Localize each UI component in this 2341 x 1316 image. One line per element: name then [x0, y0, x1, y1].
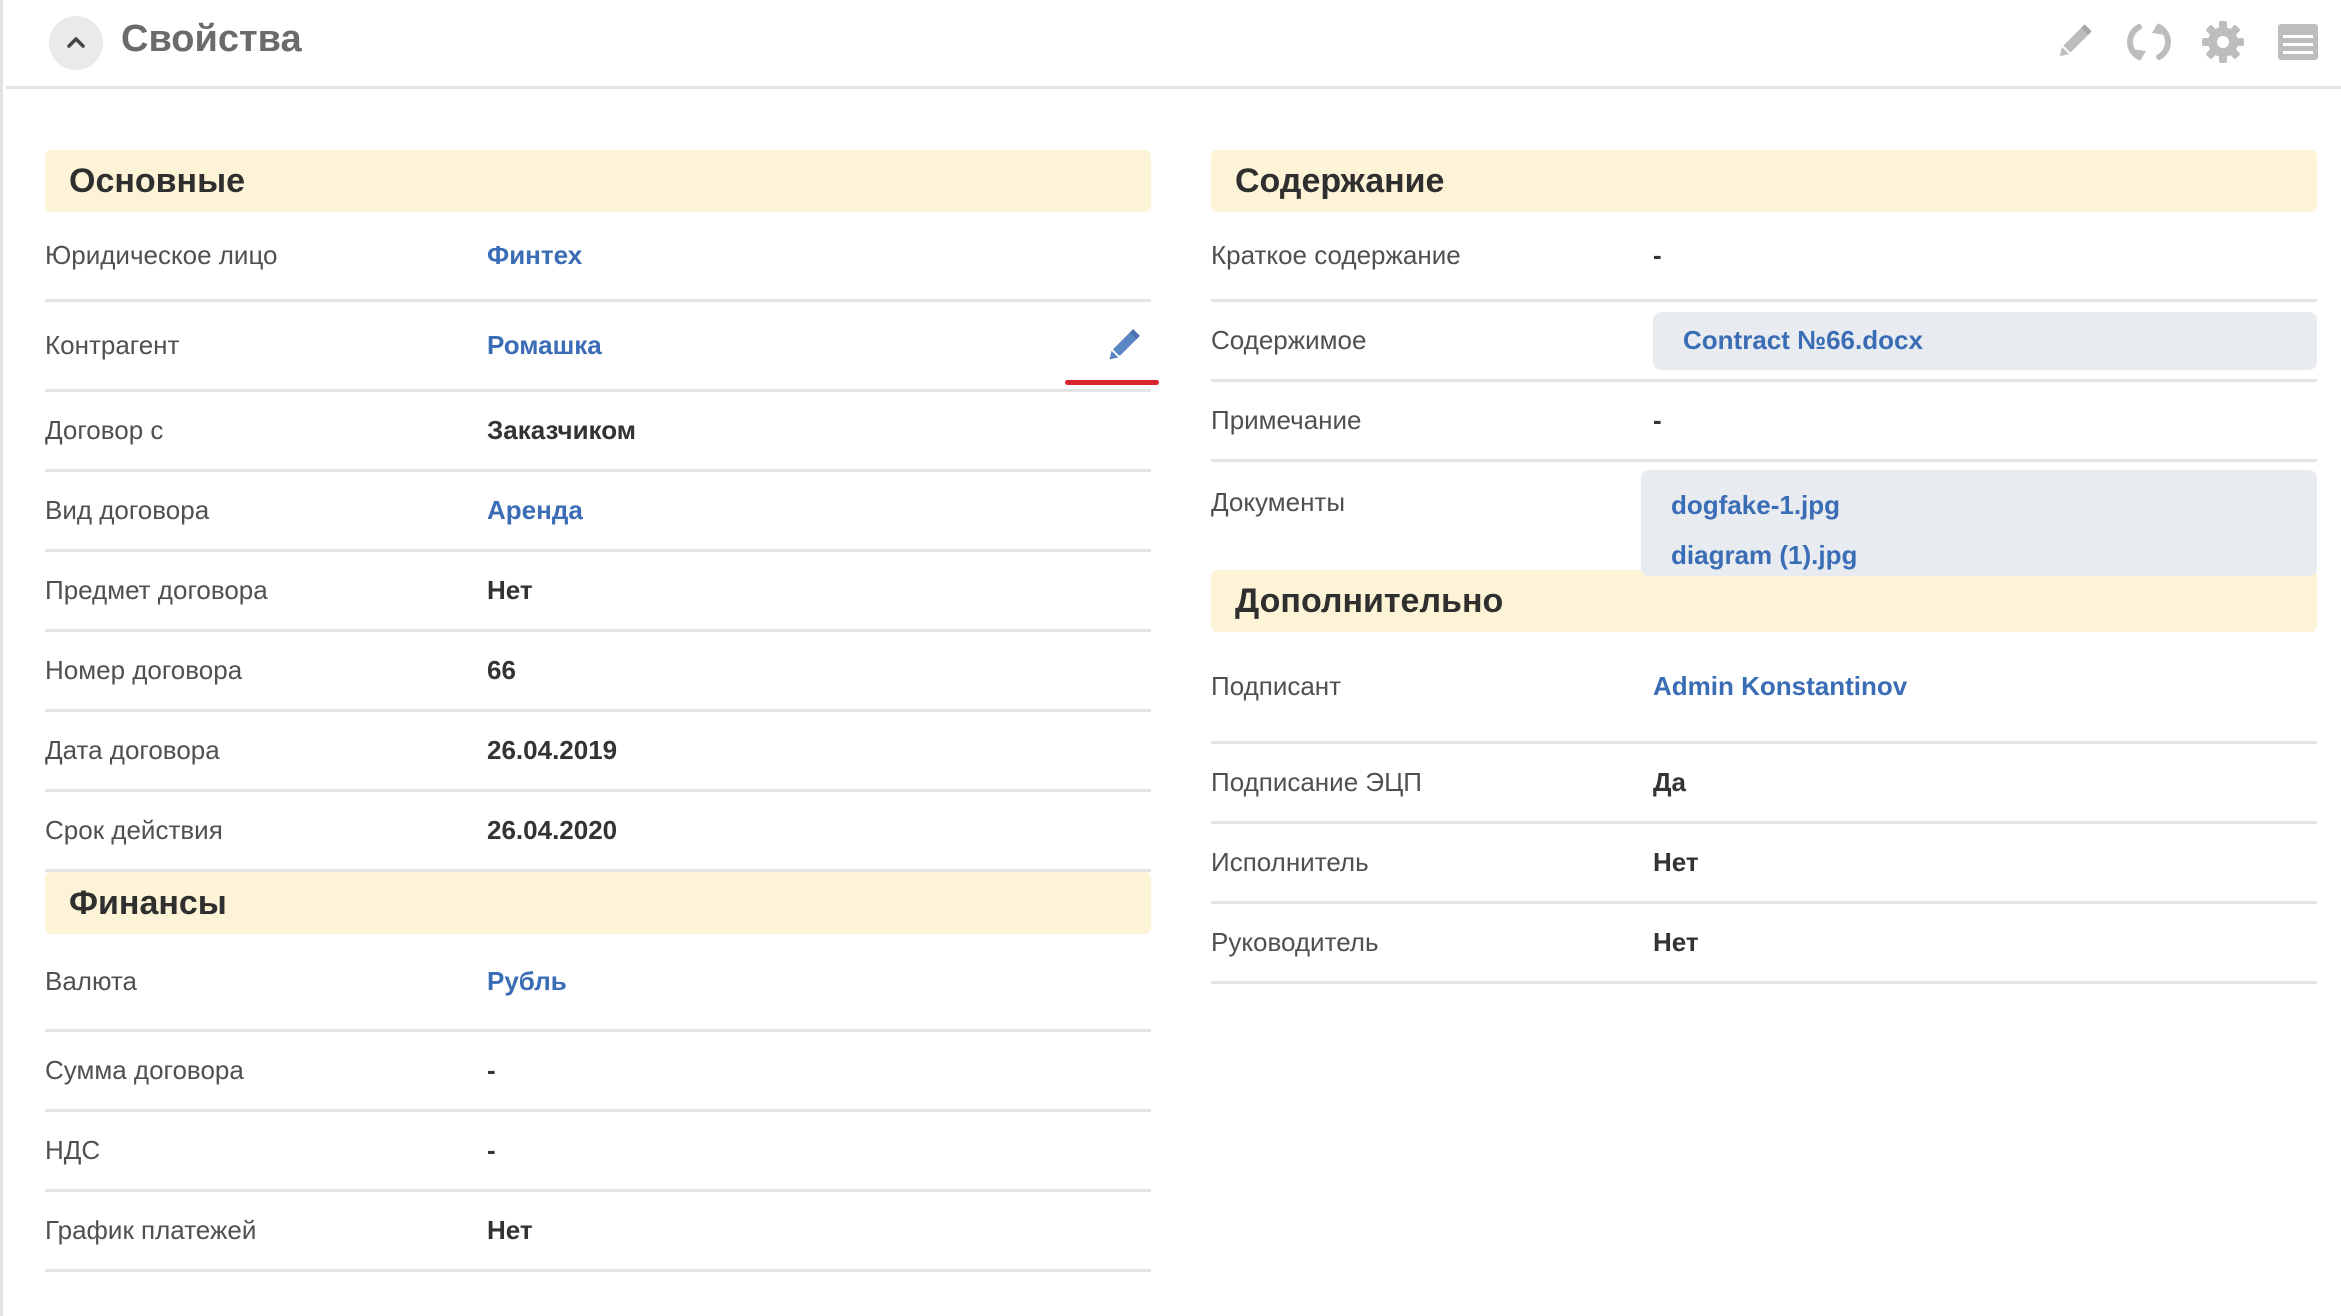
field-manager: Руководитель Нет — [1211, 904, 2317, 984]
field-value: - — [487, 1055, 496, 1085]
pencil-icon — [2059, 24, 2092, 57]
field-executor: Исполнитель Нет — [1211, 824, 2317, 904]
field-label: Документы — [1211, 487, 1346, 517]
field-value: Заказчиком — [487, 415, 636, 445]
edit-button[interactable] — [2050, 18, 2098, 66]
field-label: Предмет договора — [45, 575, 268, 605]
field-contract-date: Дата договора 26.04.2019 — [45, 712, 1151, 792]
field-label: НДС — [45, 1135, 101, 1165]
field-label: Краткое содержание — [1211, 240, 1461, 270]
documents-list: dogfake-1.jpg diagram (1).jpg — [1641, 470, 2317, 576]
field-signer: Подписант Admin Konstantinov — [1211, 632, 2317, 744]
field-value: Нет — [1653, 847, 1699, 877]
document-link[interactable]: diagram (1).jpg — [1671, 530, 2317, 580]
panel-header: Свойства — [6, 0, 2341, 89]
list-icon — [2278, 24, 2318, 60]
field-label: Исполнитель — [1211, 847, 1369, 877]
refresh-icon — [2127, 23, 2171, 61]
field-label: Содержимое — [1211, 325, 1367, 355]
field-label: Контрагент — [45, 330, 180, 360]
field-legal-entity: Юридическое лицо Финтех — [45, 212, 1151, 302]
panel-title: Свойства — [121, 18, 302, 60]
field-label: Руководитель — [1211, 927, 1379, 957]
field-value: Нет — [1653, 927, 1699, 957]
field-payment-schedule: График платежей Нет — [45, 1192, 1151, 1272]
field-label: Договор с — [45, 415, 164, 445]
field-contract-subject: Предмет договора Нет — [45, 552, 1151, 632]
field-label: Сумма договора — [45, 1055, 244, 1085]
field-file: Содержимое Contract №66.docx — [1211, 302, 2317, 382]
field-contract-with: Договор с Заказчиком — [45, 392, 1151, 472]
legal-entity-link[interactable]: Финтех — [487, 240, 582, 271]
collapse-button[interactable] — [49, 16, 103, 70]
field-label: Дата договора — [45, 735, 220, 765]
refresh-button[interactable] — [2125, 18, 2173, 66]
field-label: Срок действия — [45, 815, 223, 845]
edit-counterparty-button[interactable] — [1099, 322, 1147, 370]
chevron-up-icon — [67, 37, 85, 48]
field-documents: Документы dogfake-1.jpg diagram (1).jpg — [1211, 462, 2317, 584]
right-column: Содержание Краткое содержание - Содержим… — [1211, 150, 2317, 984]
field-label: График платежей — [45, 1215, 257, 1245]
field-contract-type: Вид договора Аренда — [45, 472, 1151, 552]
field-label: Подписант — [1211, 671, 1342, 701]
field-vat: НДС - — [45, 1112, 1151, 1192]
field-value: Нет — [487, 575, 533, 605]
field-counterparty: Контрагент Ромашка — [45, 302, 1159, 392]
field-value: - — [1653, 240, 1662, 270]
section-main-title: Основные — [45, 150, 1151, 212]
contract-type-link[interactable]: Аренда — [487, 495, 583, 526]
field-label: Вид договора — [45, 495, 210, 525]
field-label: Юридическое лицо — [45, 240, 278, 270]
left-column: Основные Юридическое лицо Финтех Контраг… — [45, 150, 1159, 1272]
field-value: - — [487, 1135, 496, 1165]
field-value: 26.04.2019 — [487, 735, 618, 765]
field-contract-sum: Сумма договора - — [45, 1032, 1151, 1112]
field-label: Подписание ЭЦП — [1211, 767, 1422, 797]
field-label: Номер договора — [45, 655, 243, 685]
counterparty-link[interactable]: Ромашка — [487, 330, 602, 361]
file-link[interactable]: Contract №66.docx — [1683, 325, 1923, 356]
field-value: Нет — [487, 1215, 533, 1245]
document-link[interactable]: dogfake-1.jpg — [1671, 480, 2317, 530]
settings-button[interactable] — [2199, 18, 2247, 66]
field-value: 26.04.2020 — [487, 815, 618, 845]
field-digital-signature: Подписание ЭЦП Да — [1211, 744, 2317, 824]
field-value: Да — [1653, 767, 1686, 797]
field-note: Примечание - — [1211, 382, 2317, 462]
signer-link[interactable]: Admin Konstantinov — [1653, 671, 1907, 702]
pencil-icon — [1109, 329, 1140, 360]
field-currency: Валюта Рубль — [45, 934, 1151, 1032]
gear-icon — [2202, 21, 2244, 63]
file-attachment[interactable]: Contract №66.docx — [1653, 311, 2317, 370]
properties-panel: Свойства Основные Юридическое лицо Финте… — [0, 0, 2341, 1316]
menu-button[interactable] — [2274, 18, 2322, 66]
field-value: 66 — [487, 655, 516, 685]
field-validity-term: Срок действия 26.04.2020 — [45, 792, 1151, 872]
section-content-title: Содержание — [1211, 150, 2317, 212]
currency-link[interactable]: Рубль — [487, 966, 567, 997]
section-finance-title: Финансы — [45, 872, 1151, 934]
field-value: - — [1653, 405, 1662, 435]
field-contract-number: Номер договора 66 — [45, 632, 1151, 712]
highlight-underline — [1065, 380, 1159, 385]
field-label: Примечание — [1211, 405, 1362, 435]
field-summary: Краткое содержание - — [1211, 212, 2317, 302]
field-label: Валюта — [45, 966, 137, 996]
